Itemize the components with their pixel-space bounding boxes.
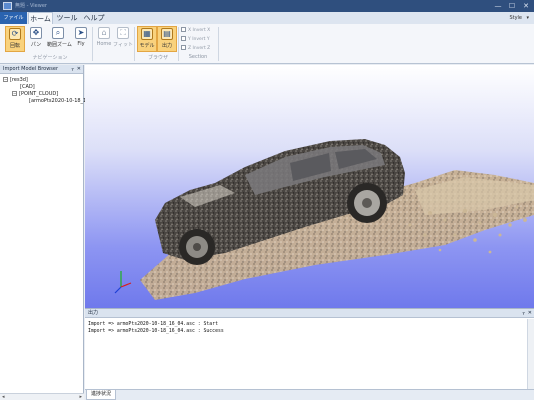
tab-file[interactable]: ファイル xyxy=(0,12,27,24)
checkbox-icon xyxy=(181,27,186,32)
home-view-button[interactable]: ⌂ Home xyxy=(94,26,114,52)
close-panel-button[interactable]: ✕ xyxy=(77,65,81,74)
ribbon: ⟳ 回転 ✥ パン ⌕ 範囲ズーム ➤ Fly ⌂ Home ⛶ フィット ナビ… xyxy=(0,24,534,64)
zoom-box-label: 範囲ズーム xyxy=(47,42,72,48)
pan-icon: ✥ xyxy=(30,27,42,39)
axis-triad-icon xyxy=(114,271,132,294)
model-browser-title: Import Model Browser xyxy=(3,66,59,72)
app-icon xyxy=(3,2,12,10)
invert-y-checkbox[interactable]: Y Invert Y xyxy=(181,36,210,44)
bottom-tab-strip: 進捗状況 xyxy=(85,389,534,400)
3d-viewport[interactable] xyxy=(85,65,534,308)
pan-label: パン xyxy=(30,42,42,48)
fit-view-label: フィット xyxy=(113,42,133,48)
collapse-icon[interactable]: − xyxy=(12,91,17,96)
scroll-left-icon[interactable]: ◂ xyxy=(2,394,5,400)
browse-group-label: ブラウザ xyxy=(147,55,168,61)
maximize-button[interactable]: ☐ xyxy=(505,0,519,12)
tab-tools[interactable]: ツール xyxy=(55,12,79,24)
ribbon-separator xyxy=(92,27,93,61)
fly-label: Fly xyxy=(77,41,85,47)
close-panel-button[interactable]: ✕ xyxy=(528,309,532,318)
checkbox-icon xyxy=(181,36,186,41)
navigation-group-label: ナビゲーション xyxy=(32,55,68,61)
output-icon: ▤ xyxy=(161,28,173,40)
ribbon-separator xyxy=(218,27,219,61)
car-wheel-rear xyxy=(347,183,387,223)
rotate-icon: ⟳ xyxy=(9,28,21,40)
tab-home[interactable]: ホーム xyxy=(28,12,53,24)
output-log: Import => armoPts2020-10-18_16_04.asc : … xyxy=(88,321,224,335)
home-view-label: Home xyxy=(96,41,112,47)
chevron-down-icon: ▾ xyxy=(526,15,529,21)
tab-progress[interactable]: 進捗状況 xyxy=(86,390,117,400)
viewer-app-window: 無題 - Viewer — ☐ ✕ ファイル ホーム ツール ヘルプ Style… xyxy=(0,0,534,400)
tree-node-armo-pts[interactable]: [armoPts2020-10-18_1 xyxy=(29,98,86,105)
fit-icon: ⛶ xyxy=(117,27,129,39)
output-title: 出力 xyxy=(88,310,99,316)
rotate-label: 回転 xyxy=(9,43,20,49)
fly-icon: ➤ xyxy=(75,27,87,39)
ribbon-separator xyxy=(178,27,179,61)
checkbox-icon xyxy=(181,45,186,50)
fit-view-button[interactable]: ⛶ フィット xyxy=(113,26,133,52)
invert-z-checkbox[interactable]: Z Invert Z xyxy=(181,45,210,53)
output-label: 出力 xyxy=(161,43,172,49)
tree-node-armo-pts-label: [armoPts2020-10-18_1 xyxy=(29,98,87,104)
section-group-label: Section xyxy=(188,54,208,60)
vertical-scrollbar[interactable] xyxy=(527,319,534,390)
tree-node-point-cloud-label: [POINT_CLOUD] xyxy=(19,91,59,97)
ribbon-tab-bar: ファイル ホーム ツール ヘルプ Style ▾ xyxy=(0,12,534,24)
close-window-button[interactable]: ✕ xyxy=(519,0,533,12)
model-browser-header: Import Model Browser ᚁ ✕ xyxy=(0,65,83,74)
log-line: Import => armoPts2020-10-18_16_04.asc : … xyxy=(88,329,224,334)
minimize-button[interactable]: — xyxy=(491,0,505,12)
model-browser-button[interactable]: ▦ モデル xyxy=(137,26,157,52)
zoom-box-button[interactable]: ⌕ 範囲ズーム xyxy=(47,26,72,52)
style-menu[interactable]: Style xyxy=(509,12,522,24)
collapse-icon[interactable]: − xyxy=(3,77,8,82)
pin-icon[interactable]: ᚁ xyxy=(523,309,525,318)
scroll-right-icon[interactable]: ▸ xyxy=(79,394,82,400)
title-bar: 無題 - Viewer — ☐ ✕ xyxy=(0,0,534,12)
output-header: 出力 ᚁ ✕ xyxy=(85,309,534,318)
invert-x-checkbox[interactable]: X Invert X xyxy=(181,27,210,35)
invert-y-axis: Y xyxy=(188,37,191,42)
point-cloud-render xyxy=(114,139,534,300)
tree-node-cad[interactable]: [CAD] xyxy=(20,84,35,91)
invert-x-axis: X xyxy=(188,28,192,33)
invert-y-label: Invert Y xyxy=(192,37,210,42)
tree-node-root-label: [res3d] xyxy=(10,77,28,83)
log-line: Import => armoPts2020-10-18_16_04.asc : … xyxy=(88,322,218,327)
car-wheel-front xyxy=(179,229,215,265)
model-label: モデル xyxy=(139,43,155,49)
tree-node-root[interactable]: − [res3d] xyxy=(3,77,28,84)
output-panel: 出力 ᚁ ✕ Import => armoPts2020-10-18_16_04… xyxy=(85,308,534,390)
window-title: 無題 - Viewer xyxy=(15,3,47,9)
model-icon: ▦ xyxy=(141,28,153,40)
rotate-button[interactable]: ⟳ 回転 xyxy=(5,26,25,52)
fly-button[interactable]: ➤ Fly xyxy=(71,26,91,52)
zoom-box-icon: ⌕ xyxy=(52,27,64,39)
ribbon-separator xyxy=(134,27,135,61)
tab-help[interactable]: ヘルプ xyxy=(82,12,106,24)
model-browser-panel: Import Model Browser ᚁ ✕ − [res3d] [CAD] … xyxy=(0,65,86,400)
horizontal-scrollbar[interactable]: ◂ ▸ xyxy=(0,393,84,400)
invert-z-label: Invert Z xyxy=(192,46,211,51)
output-panel-button[interactable]: ▤ 出力 xyxy=(157,26,177,52)
pin-icon[interactable]: ᚁ xyxy=(72,65,74,74)
pan-button[interactable]: ✥ パン xyxy=(26,26,46,52)
tree-node-cad-label: [CAD] xyxy=(20,84,35,90)
invert-x-label: Invert X xyxy=(192,28,211,33)
home-icon: ⌂ xyxy=(98,27,110,39)
tree-node-point-cloud[interactable]: − [POINT_CLOUD] xyxy=(12,91,58,98)
invert-z-axis: Z xyxy=(188,46,192,51)
